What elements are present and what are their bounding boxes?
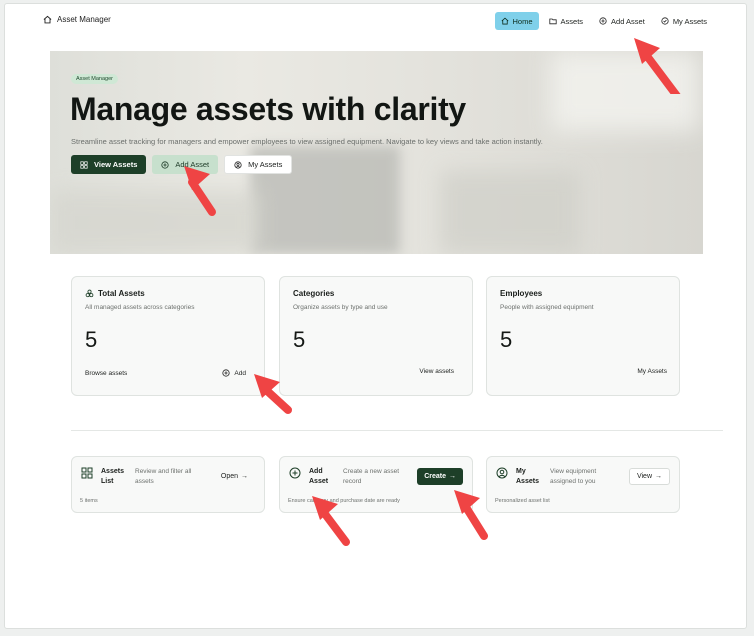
card-title: Employees bbox=[500, 289, 543, 298]
my-assets-link[interactable]: My Assets bbox=[637, 368, 667, 375]
add-asset-label: Add Asset bbox=[175, 160, 210, 169]
employees-count: 5 bbox=[500, 327, 513, 352]
card-title: Total Assets bbox=[98, 289, 145, 298]
create-button[interactable]: Create → bbox=[417, 468, 463, 485]
view-label: View bbox=[636, 473, 652, 480]
open-label: Open bbox=[220, 473, 238, 480]
brand-name: Asset Manager bbox=[57, 15, 111, 24]
quick-card-text: Create a new asset record bbox=[343, 468, 400, 485]
hero-actions: View Assets Add Asset My Assets bbox=[71, 155, 293, 174]
home-icon bbox=[43, 15, 52, 24]
add-asset-note: Ensure category and purchase date are re… bbox=[288, 498, 400, 504]
grid-icon bbox=[80, 160, 88, 169]
quick-card-text: View equipment assigned to you bbox=[550, 468, 597, 485]
brand[interactable]: Asset Manager bbox=[43, 15, 111, 24]
plus-circle-icon bbox=[289, 467, 301, 479]
my-assets-card: My Assets View equipment assigned to you… bbox=[486, 456, 680, 513]
my-assets-button[interactable]: My Assets bbox=[224, 155, 293, 174]
view-button[interactable]: View → bbox=[628, 468, 670, 485]
boxes-icon bbox=[85, 289, 94, 298]
quick-card-title: My Assets bbox=[516, 468, 539, 485]
items-count-note: 5 items bbox=[80, 498, 98, 504]
add-asset-button[interactable]: Add Asset bbox=[152, 155, 219, 174]
view-assets-button[interactable]: View Assets bbox=[71, 155, 147, 174]
nav-add-asset-label: Add Asset bbox=[611, 16, 645, 26]
view-assets-link[interactable]: View assets bbox=[419, 368, 454, 375]
add-button[interactable]: Add bbox=[222, 369, 246, 377]
plus-circle-icon bbox=[599, 17, 607, 25]
add-asset-card: Add Asset Create a new asset record Crea… bbox=[279, 456, 473, 513]
section-divider bbox=[71, 430, 723, 431]
open-button[interactable]: Open → bbox=[214, 468, 255, 485]
hero-tag: Asset Manager bbox=[71, 74, 118, 84]
employees-card: Employees People with assigned equipment… bbox=[486, 276, 680, 396]
hero-subtitle: Streamline asset tracking for managers a… bbox=[71, 137, 543, 146]
my-assets-label: My Assets bbox=[248, 160, 283, 169]
nav-add-asset[interactable]: Add Asset bbox=[593, 12, 651, 30]
card-description: People with assigned equipment bbox=[500, 304, 594, 311]
arrow-right-icon: → bbox=[655, 473, 662, 480]
categories-card: Categories Organize assets by type and u… bbox=[279, 276, 473, 396]
folder-icon bbox=[548, 18, 557, 25]
view-assets-label: View Assets bbox=[94, 160, 138, 169]
total-assets-card: Total Assets All managed assets across c… bbox=[71, 276, 265, 396]
grid-icon bbox=[81, 467, 93, 479]
add-button-label: Add bbox=[234, 369, 246, 377]
user-circle-icon bbox=[234, 160, 242, 169]
nav-my-assets[interactable]: My Assets bbox=[655, 12, 713, 30]
arrow-right-icon: → bbox=[241, 473, 248, 480]
card-description: All managed assets across categories bbox=[85, 304, 195, 311]
card-description: Organize assets by type and use bbox=[293, 304, 388, 311]
quick-card-title: Add Asset bbox=[309, 468, 329, 485]
arrow-right-icon: → bbox=[449, 473, 456, 480]
user-circle-icon bbox=[496, 467, 508, 479]
categories-count: 5 bbox=[293, 327, 306, 352]
page-title: Manage assets with clarity bbox=[70, 91, 466, 127]
browse-assets-link[interactable]: Browse assets bbox=[85, 370, 127, 377]
card-title: Categories bbox=[293, 289, 335, 298]
quick-card-text: Review and filter all assets bbox=[135, 468, 192, 485]
nav-assets[interactable]: Assets bbox=[543, 12, 590, 30]
my-assets-note: Personalized asset list bbox=[495, 498, 550, 504]
plus-circle-icon bbox=[161, 160, 169, 169]
main-nav: Home Assets Add Asset My Assets bbox=[494, 12, 714, 30]
create-label: Create bbox=[424, 473, 446, 480]
app-window: Asset Manager Home Assets Add Asset My A… bbox=[4, 3, 747, 629]
nav-my-assets-label: My Assets bbox=[672, 16, 707, 26]
nav-home[interactable]: Home bbox=[494, 12, 539, 30]
top-navbar: Asset Manager Home Assets Add Asset My A… bbox=[5, 4, 746, 40]
home-icon bbox=[501, 17, 508, 25]
check-circle-icon bbox=[661, 17, 669, 25]
assets-list-card: Assets List Review and filter all assets… bbox=[71, 456, 265, 513]
nav-assets-label: Assets bbox=[560, 16, 584, 26]
nav-home-label: Home bbox=[512, 16, 533, 26]
plus-circle-icon bbox=[222, 369, 231, 377]
hero-banner: Asset Manager Manage assets with clarity… bbox=[50, 51, 703, 254]
total-assets-count: 5 bbox=[85, 327, 98, 352]
quick-card-title: Assets List bbox=[101, 468, 124, 485]
